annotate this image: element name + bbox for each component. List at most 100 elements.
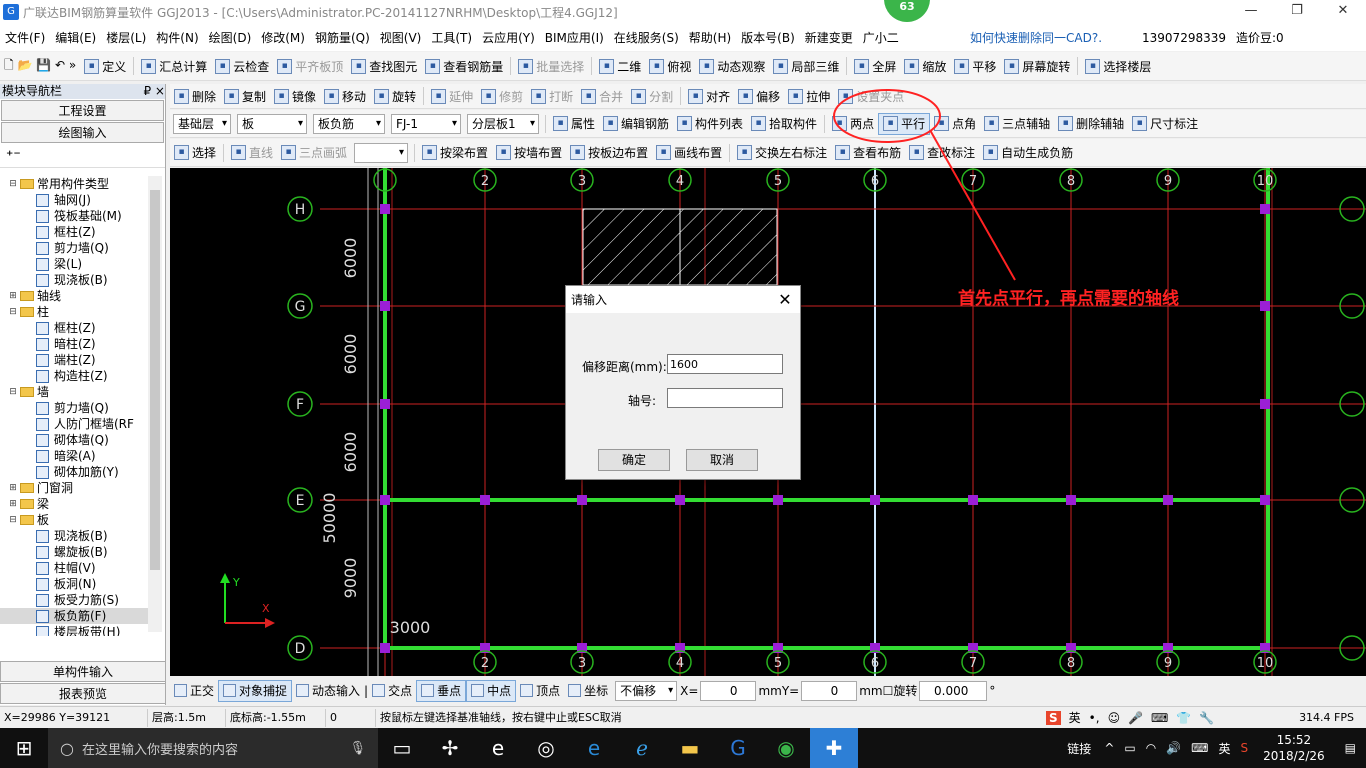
menu-item-1[interactable]: 编辑(E) <box>50 29 101 46</box>
active-app-icon[interactable]: ✚ <box>810 728 858 768</box>
toolbar4-button-5[interactable]: ▪ 按板边布置 <box>566 142 652 164</box>
tree-item[interactable]: 板洞(N) <box>0 576 148 592</box>
tb2-button-3[interactable]: ▪ 移动 <box>320 85 370 107</box>
tb1-button-4[interactable]: ▪ 查找图元 <box>347 55 421 77</box>
snap-button-7[interactable]: 坐标 <box>564 680 612 702</box>
column-marker[interactable] <box>968 495 978 505</box>
tb2-button-11[interactable]: ▪ 偏移 <box>734 85 784 107</box>
tree-item[interactable]: 砌体加筋(Y) <box>0 464 148 480</box>
tree-toggle-icon[interactable]: ⊞ <box>8 480 18 496</box>
menu-item-15[interactable]: 广小二 <box>858 29 904 46</box>
component-combo-2[interactable]: 板负筋 <box>313 113 385 134</box>
menu-item-2[interactable]: 楼层(L) <box>101 29 151 46</box>
report-preview-button[interactable]: 报表预览 <box>0 683 166 704</box>
column-marker[interactable] <box>1260 301 1270 311</box>
column-marker[interactable] <box>577 495 587 505</box>
menu-item-7[interactable]: 视图(V) <box>375 29 427 46</box>
toolbar4-button-4[interactable]: ▪ 按墙布置 <box>492 142 566 164</box>
clock[interactable]: 15:52 2018/2/26 <box>1253 732 1335 764</box>
snap-button-0[interactable]: 正交 <box>170 680 218 702</box>
tree-item[interactable]: 轴网(J) <box>0 192 148 208</box>
toolbar3-button-0[interactable]: ▪ 属性 <box>549 113 599 135</box>
menu-item-12[interactable]: 帮助(H) <box>684 29 736 46</box>
tree-toggle-icon[interactable]: ⊞ <box>8 496 18 512</box>
menu-item-11[interactable]: 在线服务(S) <box>609 29 684 46</box>
tree-item[interactable]: ⊟ 板 <box>0 512 148 528</box>
column-marker[interactable] <box>1260 399 1270 409</box>
tree-item[interactable]: 柱帽(V) <box>0 560 148 576</box>
menu-item-3[interactable]: 构件(N) <box>151 29 203 46</box>
tree-expand-collapse[interactable]: ⁺⁻ <box>0 144 165 168</box>
tb1-button-8[interactable]: ▪ 俯视 <box>645 55 695 77</box>
cancel-button[interactable]: 取消 <box>686 449 758 471</box>
tree-item[interactable]: 现浇板(B) <box>0 528 148 544</box>
menu-item-5[interactable]: 修改(M) <box>256 29 310 46</box>
tb1-button-2[interactable]: ▪ 云检查 <box>211 55 273 77</box>
wifi-icon[interactable]: ◠ <box>1141 741 1161 755</box>
nav-pin-close[interactable]: ₽ × <box>143 84 165 99</box>
column-marker[interactable] <box>380 643 390 653</box>
component-combo-3[interactable]: FJ-1 <box>391 113 461 134</box>
tree-toggle-icon[interactable]: ⊞ <box>8 288 18 304</box>
ime-mic-icon[interactable]: 🎤 <box>1128 711 1143 725</box>
column-marker[interactable] <box>380 301 390 311</box>
tree-item[interactable]: 端柱(Z) <box>0 352 148 368</box>
tb1-button-6[interactable]: ▪ 批量选择 <box>514 55 588 77</box>
y-input[interactable]: 0 <box>801 680 858 701</box>
column-marker[interactable] <box>380 495 390 505</box>
ime-lang-label[interactable]: 英 <box>1069 709 1081 726</box>
column-marker[interactable] <box>380 399 390 409</box>
fan-app-icon[interactable]: ✢ <box>426 728 474 768</box>
snap-button-2[interactable]: 动态输入 <box>292 680 364 702</box>
tree-item[interactable]: 楼层板带(H) <box>0 624 148 636</box>
volume-icon[interactable]: 🔊 <box>1161 741 1186 755</box>
tb2-button-4[interactable]: ▪ 旋转 <box>370 85 420 107</box>
taskbar-search[interactable]: ○ 在这里输入你要搜索的内容 🎙 <box>48 728 378 768</box>
tree-toggle-icon[interactable]: ⊟ <box>8 176 18 192</box>
rotate-input[interactable]: 0.000 <box>919 680 988 701</box>
restore-button[interactable]: ❐ <box>1274 0 1320 24</box>
tree-toggle-icon[interactable]: ⊟ <box>8 304 18 320</box>
tree-item[interactable]: ⊞ 轴线 <box>0 288 148 304</box>
snap-button-4[interactable]: 垂点 <box>416 679 467 702</box>
tree-item[interactable]: ⊞ 梁 <box>0 496 148 512</box>
tree-item[interactable]: 板受力筋(S) <box>0 592 148 608</box>
tb1-button-10[interactable]: ▪ 局部三维 <box>769 55 843 77</box>
tree-item[interactable]: 剪力墙(Q) <box>0 400 148 416</box>
tb1-button-7[interactable]: ▪ 二维 <box>595 55 645 77</box>
tree-item[interactable]: ⊟ 墙 <box>0 384 148 400</box>
tree-item[interactable]: 剪力墙(Q) <box>0 240 148 256</box>
component-combo-0[interactable]: 基础层 <box>173 113 231 134</box>
tree-item[interactable]: 暗梁(A) <box>0 448 148 464</box>
tree-item[interactable]: 梁(L) <box>0 256 148 272</box>
ok-button[interactable]: 确定 <box>598 449 670 471</box>
column-marker[interactable] <box>1163 495 1173 505</box>
tree-item[interactable]: 现浇板(B) <box>0 272 148 288</box>
tray-expand-icon[interactable]: ^ <box>1099 741 1119 755</box>
tree-item[interactable]: 框柱(Z) <box>0 320 148 336</box>
quick-access-icons[interactable]: 🗋 📂 💾 ↶ » <box>0 55 80 77</box>
start-button[interactable]: ⊞ <box>0 728 48 768</box>
column-marker[interactable] <box>1260 204 1270 214</box>
component-combo-1[interactable]: 板 <box>237 113 307 134</box>
edge-icon[interactable]: e <box>474 728 522 768</box>
menu-item-8[interactable]: 工具(T) <box>426 29 477 46</box>
close-button[interactable]: ✕ <box>1320 0 1366 24</box>
tb1-button-12[interactable]: ▪ 缩放 <box>900 55 950 77</box>
toolbar4-button-7[interactable]: ▪ 交换左右标注 <box>733 142 831 164</box>
notification-icon[interactable]: ▤ <box>1335 741 1366 755</box>
tb2-button-0[interactable]: ▪ 删除 <box>170 85 220 107</box>
tb1-button-3[interactable]: ▪ 平齐板顶 <box>273 55 347 77</box>
drawing-input-button[interactable]: 绘图输入 <box>1 122 164 143</box>
column-marker[interactable] <box>773 495 783 505</box>
tb1-button-14[interactable]: ▪ 屏幕旋转 <box>1000 55 1074 77</box>
column-marker[interactable] <box>380 204 390 214</box>
tree-item[interactable]: 人防门框墙(RF <box>0 416 148 432</box>
user-phone[interactable]: 13907298339 <box>1137 31 1231 45</box>
tb2-button-9[interactable]: ▪ 分割 <box>627 85 677 107</box>
snap-button-5[interactable]: 中点 <box>466 679 517 702</box>
snap-button-1[interactable]: 对象捕捉 <box>218 679 293 702</box>
tree-vscrollbar[interactable] <box>148 176 162 632</box>
tree-toggle-icon[interactable]: ⊟ <box>8 384 18 400</box>
ime-emoji-icon[interactable]: ☺ <box>1108 711 1121 725</box>
